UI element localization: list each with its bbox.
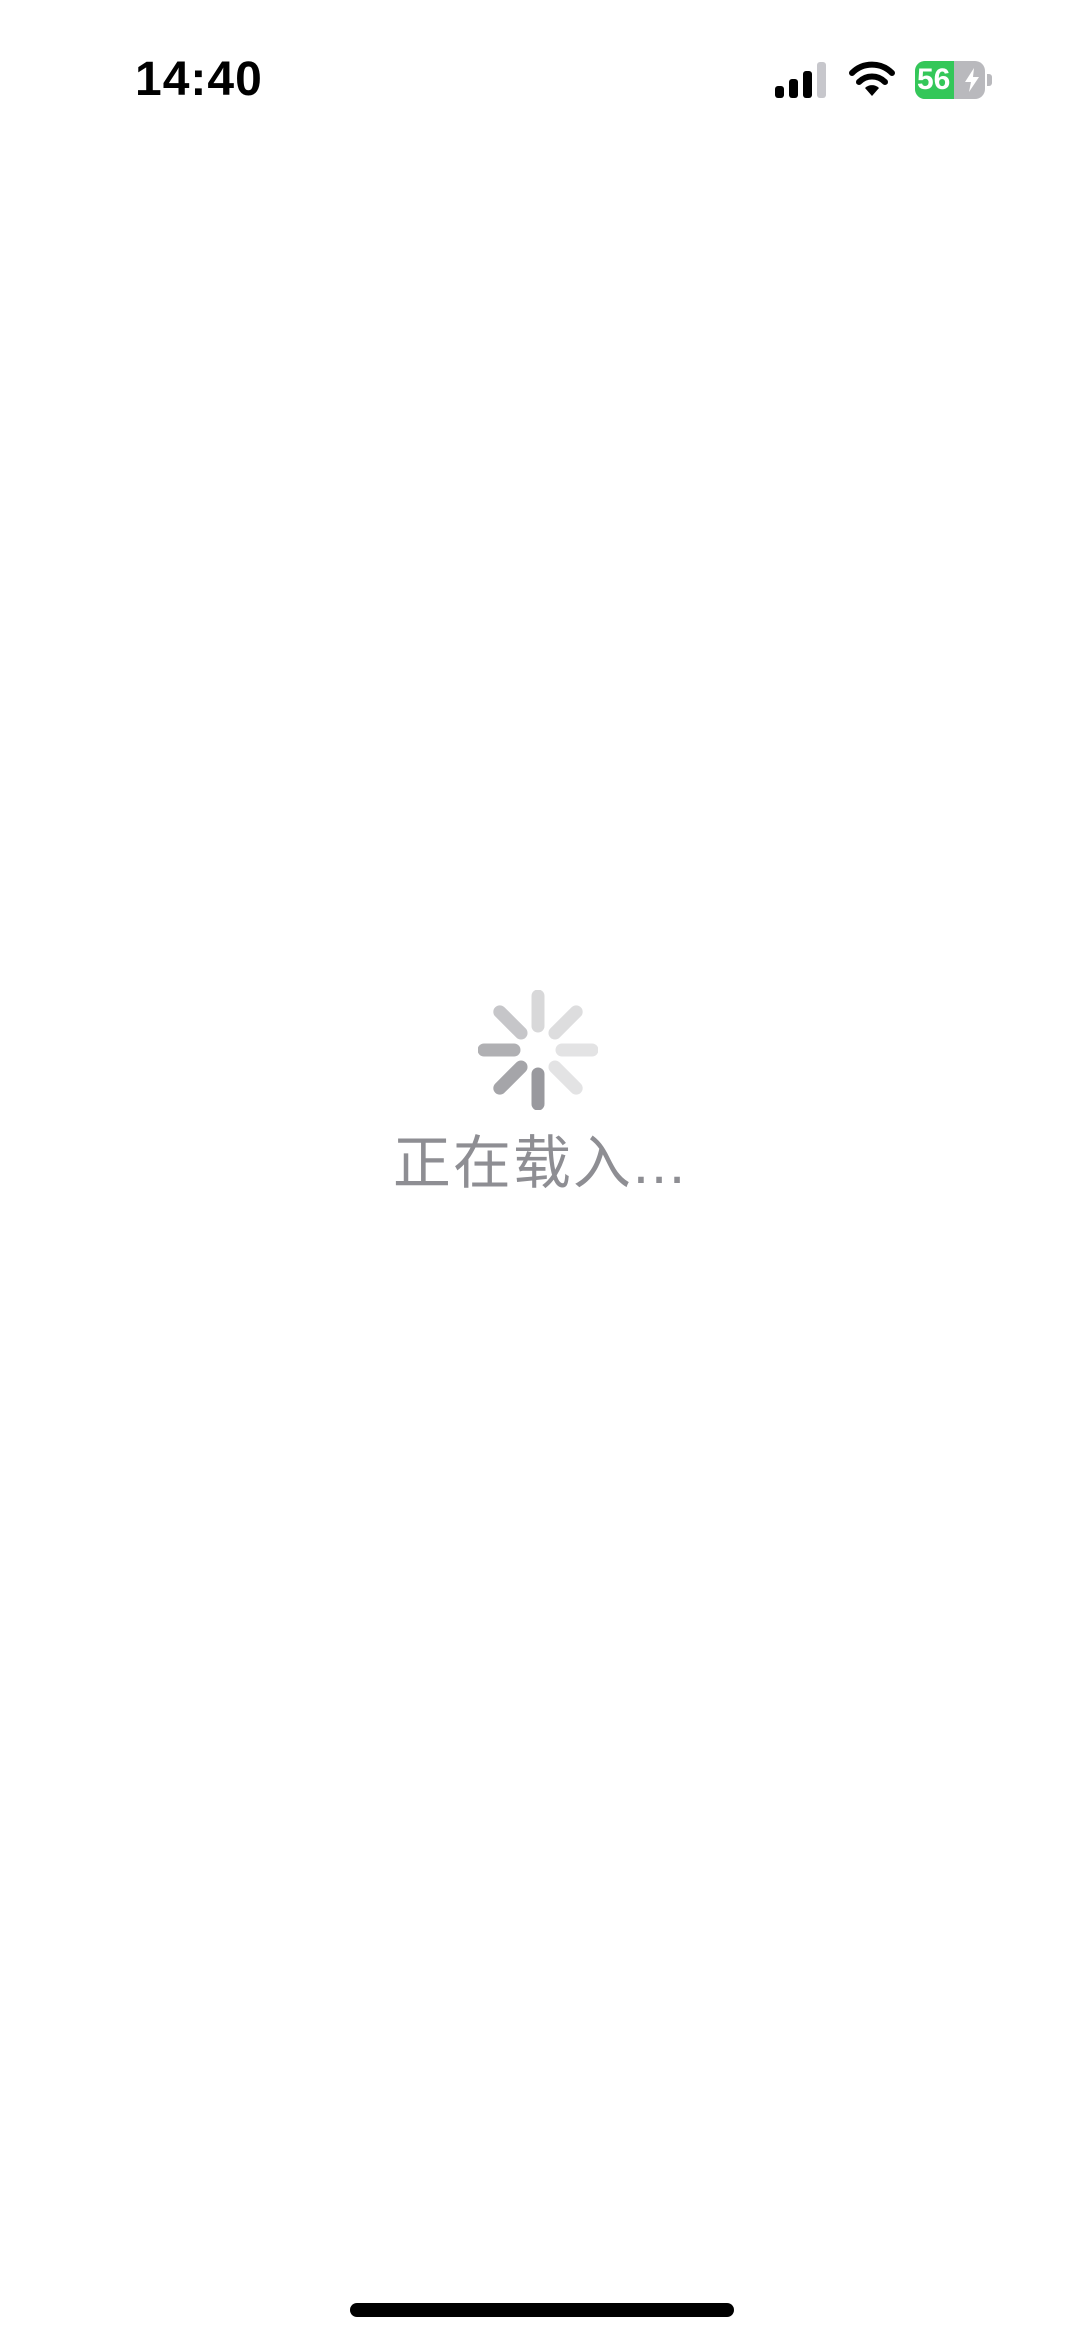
home-indicator[interactable] xyxy=(350,2303,734,2317)
activity-spinner-icon xyxy=(478,990,598,1110)
wifi-icon xyxy=(849,61,895,96)
battery-body: 56 xyxy=(915,61,985,99)
status-time: 14:40 xyxy=(135,53,263,106)
lightning-bolt-icon xyxy=(965,68,979,92)
status-bar: 14:40 56 xyxy=(0,0,1080,160)
spinner-spoke xyxy=(548,1005,583,1040)
cellular-signal-icon xyxy=(775,62,826,98)
spinner-spoke xyxy=(493,1005,528,1040)
battery-level: 56 xyxy=(917,63,951,96)
battery-cap xyxy=(987,74,992,86)
battery-indicator: 56 xyxy=(915,61,993,99)
spinner-spoke xyxy=(493,1060,528,1095)
loading-label: 正在载入... xyxy=(392,1131,688,1196)
spinner-spoke xyxy=(548,1060,583,1095)
